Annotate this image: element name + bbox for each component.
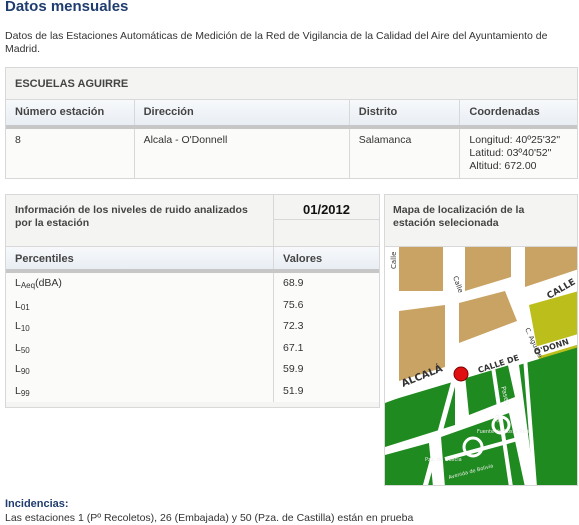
altitude: Altitud: 672.00 (469, 160, 537, 172)
station-header-row: Número estación Dirección Distrito Coord… (6, 100, 577, 129)
noise-date: 01/2012 (303, 202, 350, 217)
percentile-label: L50 (6, 337, 274, 359)
noise-header-row: Percentiles Valores (6, 247, 379, 273)
incidents-text: Las estaciones 1 (Pº Recoletos), 26 (Emb… (5, 512, 414, 524)
noise-row: L50 67.1 (6, 337, 379, 359)
header-station-number: Número estación (6, 100, 135, 125)
header-address: Dirección (135, 100, 350, 125)
intro-text: Datos de las Estaciones Automáticas de M… (5, 30, 548, 55)
noise-row: L99 51.9 (6, 380, 379, 402)
longitude: Longitud: 40º25'32" (469, 134, 561, 146)
incidents-title: Incidencias: (5, 498, 69, 510)
station-marker[interactable] (453, 366, 469, 382)
percentile-label: L90 (6, 359, 274, 381)
header-coordinates: Coordenadas (469, 106, 540, 118)
header-percentiles: Percentiles (6, 247, 274, 269)
map-label-pza-galicia: Pza. de Galicia (425, 457, 462, 463)
percentile-value: 67.1 (283, 341, 304, 354)
map-label-costa-rica: Fuente de Costa Rica (477, 429, 530, 435)
noise-row: L90 59.9 (6, 359, 379, 381)
noise-row: L01 75.6 (6, 294, 379, 316)
noise-table: Información de los niveles de ruido anal… (5, 194, 380, 408)
percentile-label: LAeq(dBA) (6, 273, 274, 295)
map-panel: Mapa de localización de la estación sele… (384, 194, 578, 486)
map-label-calle-left: Calle (390, 252, 398, 269)
percentile-value: 75.6 (283, 298, 304, 311)
station-data-row: 8 Alcala - O'Donnell Salamanca Longitud:… (6, 129, 577, 178)
station-coordinates: Longitud: 40º25'32" Latitud: 03º40'52" A… (460, 129, 577, 178)
noise-date-cell: 01/2012 (274, 195, 379, 246)
latitude: Latitud: 03º40'52" (469, 147, 552, 159)
header-district: Distrito (350, 100, 461, 125)
percentile-value: 59.9 (283, 363, 304, 375)
map-title: Mapa de localización de la estación sele… (385, 195, 577, 247)
percentile-label: L10 (6, 316, 274, 338)
percentile-label: L99 (6, 380, 274, 402)
percentile-value: 68.9 (283, 277, 304, 289)
percentile-label: L01 (6, 294, 274, 316)
station-number: 8 (6, 129, 135, 178)
map-block (399, 247, 443, 291)
noise-row: L10 72.3 (6, 316, 379, 338)
page-title: Datos mensuales (5, 0, 129, 15)
noise-info-title: Información de los niveles de ruido anal… (6, 195, 274, 246)
station-table: ESCUELAS AGUIRRE Número estación Direcci… (5, 67, 578, 179)
location-map[interactable]: Calle Calle CALLE C. Aguirre ALCALÁ CALL… (385, 247, 578, 486)
header-values: Valores (283, 253, 323, 265)
percentile-value: 51.9 (283, 384, 304, 397)
station-name: ESCUELAS AGUIRRE (6, 68, 577, 100)
noise-row: LAeq(dBA) 68.9 (6, 273, 379, 295)
station-address: Alcala - O'Donnell (135, 129, 350, 178)
percentile-value: 72.3 (283, 320, 304, 332)
station-district: Salamanca (350, 129, 461, 178)
